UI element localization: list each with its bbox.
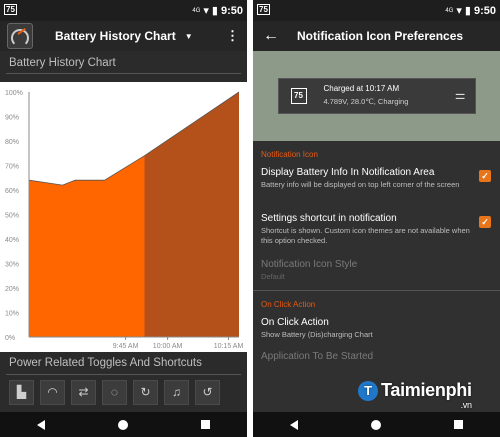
- pref-summary: Default: [261, 272, 285, 281]
- rotate-icon[interactable]: ↻: [133, 380, 158, 405]
- chart-selector[interactable]: Battery History Chart: [55, 29, 176, 43]
- left-phone-screen: 75 4G ▾ ▮ 9:50 Battery History Chart ▼ ⋮…: [0, 0, 247, 437]
- watermark-suffix: .vn: [460, 400, 472, 410]
- home-nav-icon[interactable]: [117, 419, 128, 430]
- watermark: T Taimienphi .vn: [358, 380, 472, 410]
- watermark-text: Taimienphi: [381, 380, 472, 400]
- clock: 9:50: [473, 4, 496, 17]
- y-tick-label: 40%: [5, 237, 19, 244]
- pref-app-to-start[interactable]: Application To Be Started: [253, 346, 500, 366]
- battery-history-chart: 100% 90% 80% 70% 60% 50% 40% 30% 20% 10% 0% 9:45 AM…: [0, 82, 247, 352]
- pref-icon-style: Notification Icon Style Default: [253, 254, 500, 284]
- battery-icon: ▮: [211, 5, 218, 17]
- refresh-icon[interactable]: ↺: [195, 380, 220, 405]
- right-phone-screen: 75 4G ▾ ▮ 9:50 ← Notification Icon Prefe…: [253, 0, 500, 437]
- app-bar: ← Notification Icon Preferences: [253, 21, 500, 51]
- y-tick-label: 80%: [5, 139, 19, 146]
- x-tick-label: 9:45 AM: [113, 343, 139, 350]
- x-tick-label: 10:15 AM: [214, 343, 244, 350]
- y-tick-label: 10%: [5, 311, 19, 318]
- y-tick-label: 0%: [5, 335, 15, 342]
- clock: 9:50: [220, 4, 243, 17]
- pref-title: On Click Action: [261, 317, 329, 328]
- usage-bars-icon[interactable]: ▙: [9, 380, 34, 405]
- nav-bar: [253, 412, 500, 437]
- notification-preview-area: 75 Charged at 10:17 AM 4.789V, 28.0℃, Ch…: [253, 51, 500, 141]
- app-bar: Battery History Chart ▼ ⋮: [0, 21, 247, 51]
- tune-icon: ⚌: [454, 88, 466, 102]
- y-tick-label: 50%: [5, 213, 19, 220]
- preview-details: 4.789V, 28.0℃, Charging: [323, 97, 409, 106]
- chevron-down-icon[interactable]: ▼: [185, 32, 193, 41]
- section-title: Battery History Chart: [9, 57, 116, 69]
- home-nav-icon[interactable]: [370, 419, 381, 430]
- divider: [6, 73, 241, 74]
- y-tick-label: 100%: [5, 90, 23, 97]
- signal-icon: 4G: [445, 7, 454, 14]
- pref-title: Settings shortcut in notification: [261, 213, 397, 224]
- preview-title: Charged at 10:17 AM: [323, 84, 400, 93]
- shortcuts-title: Power Related Toggles And Shortcuts: [9, 357, 202, 369]
- pref-title: Notification Icon Style: [261, 259, 358, 270]
- y-tick-label: 20%: [5, 286, 19, 293]
- back-arrow-icon[interactable]: ←: [263, 27, 279, 45]
- pref-title: Application To Be Started: [261, 351, 374, 362]
- gauge-icon[interactable]: [7, 23, 33, 49]
- y-tick-label: 90%: [5, 115, 19, 122]
- pref-summary: Show Battery (Dis)charging Chart: [261, 330, 373, 339]
- checkbox[interactable]: ✓: [479, 216, 491, 228]
- watermark-logo-icon: T: [358, 380, 378, 401]
- section-header: On Click Action: [261, 300, 316, 309]
- x-tick-label: 10:00 AM: [153, 343, 183, 350]
- battery-badge: 75: [290, 88, 307, 104]
- nav-bar: [0, 412, 247, 437]
- shortcut-tiles: ▙ ◠ ⇄ ◌ ↻ ♫ ↺: [9, 380, 220, 405]
- section-header: Notification Icon: [261, 150, 318, 159]
- pref-summary: Shortcut is shown. Custom icon themes ar…: [261, 226, 470, 245]
- pref-on-click-action[interactable]: On Click Action Show Battery (Dis)chargi…: [253, 312, 500, 346]
- status-bar: 75 4G ▾ ▮ 9:50: [253, 0, 500, 21]
- recents-nav-icon[interactable]: [454, 420, 464, 429]
- data-sync-icon[interactable]: ⇄: [71, 380, 96, 405]
- pref-display-battery-info[interactable]: Display Battery Info In Notification Are…: [253, 162, 500, 208]
- notification-preview: 75 Charged at 10:17 AM 4.789V, 28.0℃, Ch…: [277, 78, 476, 114]
- wifi-icon: ▾: [203, 5, 209, 17]
- wifi-icon: ▾: [456, 5, 462, 17]
- divider: [6, 374, 241, 375]
- back-nav-icon[interactable]: [289, 419, 298, 430]
- battery-icon: ▮: [464, 5, 471, 17]
- y-tick-label: 30%: [5, 262, 19, 269]
- y-tick-label: 60%: [5, 188, 19, 195]
- battery-badge: 75: [257, 4, 270, 15]
- y-tick-label: 70%: [5, 164, 19, 171]
- overflow-menu-icon[interactable]: ⋮: [226, 29, 239, 42]
- pref-title: Display Battery Info In Notification Are…: [261, 167, 435, 178]
- wifi-toggle-icon[interactable]: ◠: [40, 380, 65, 405]
- back-nav-icon[interactable]: [36, 419, 45, 430]
- pref-summary: Battery info will be displayed on top le…: [261, 180, 460, 189]
- sound-icon[interactable]: ♫: [164, 380, 189, 405]
- signal-icon: 4G: [192, 7, 201, 14]
- recents-nav-icon[interactable]: [201, 420, 211, 429]
- battery-badge: 75: [4, 4, 17, 15]
- status-bar: 75 4G ▾ ▮ 9:50: [0, 0, 247, 21]
- checkbox[interactable]: ✓: [479, 170, 491, 182]
- page-title: Notification Icon Preferences: [297, 29, 464, 43]
- pref-settings-shortcut[interactable]: Settings shortcut in notification Shortc…: [253, 208, 500, 254]
- brightness-icon[interactable]: ◌: [102, 380, 127, 405]
